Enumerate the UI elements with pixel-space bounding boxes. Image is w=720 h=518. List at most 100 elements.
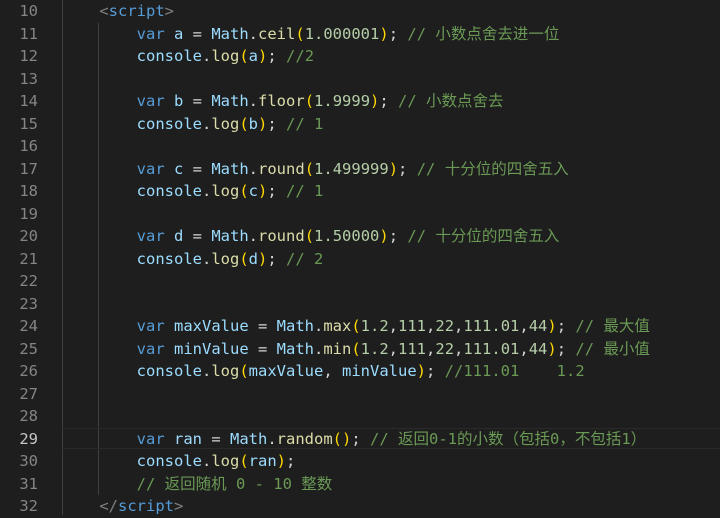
code-line[interactable]: 32 </script> (0, 495, 720, 518)
token-plain: ; (426, 362, 445, 380)
token-op: = (202, 429, 230, 448)
token-tag: script (118, 497, 174, 515)
line-number: 27 (19, 384, 38, 403)
code-line[interactable]: 23 (0, 293, 720, 316)
code-editor[interactable]: 10 <script> 11 var a = Math.ceil(1.000001… (0, 0, 720, 515)
code-text: console.log(maxValue, minValue); //111.0… (62, 360, 585, 383)
code-line[interactable]: 13 (0, 68, 720, 91)
line-number: 11 (19, 24, 38, 43)
line-number: 22 (19, 272, 38, 290)
token-fn: min (323, 339, 352, 358)
code-line[interactable]: 15 console.log(b); // 1 (0, 113, 720, 136)
code-line[interactable]: 11 var a = Math.ceil(1.000001); // 小数点舍去… (0, 23, 720, 46)
token-fn: round (258, 227, 305, 245)
token-p1: ( (304, 159, 315, 178)
token-p1: ( (239, 452, 249, 470)
line-number: 18 (19, 182, 38, 200)
code-line[interactable]: 30 console.log(ran); (0, 450, 720, 473)
code-line[interactable]: 21 console.log(d); // 2 (0, 248, 720, 271)
token-id: ran (248, 452, 277, 470)
line-number: 31 (19, 474, 38, 493)
token-p1: ) (276, 452, 287, 470)
token-fn: log (211, 249, 240, 268)
token-fn: ceil (258, 24, 296, 43)
token-op: = (248, 339, 277, 358)
token-cm: // 2 (286, 249, 324, 268)
token-fn: log (211, 452, 240, 470)
code-line[interactable]: 20 var d = Math.round(1.50000); // 十分位的四… (0, 225, 720, 248)
token-plain: , (519, 339, 529, 358)
token-op: = (183, 159, 212, 178)
line-number: 29 (19, 429, 38, 448)
code-line[interactable]: 18 console.log(c); // 1 (0, 180, 720, 203)
token-op: = (183, 24, 212, 43)
token-p1: ) (379, 24, 389, 43)
token-id: Math (211, 227, 249, 245)
token-p1: ( (239, 362, 249, 380)
code-line[interactable]: 12 console.log(a); //2 (0, 45, 720, 68)
token-kw: var (136, 429, 165, 448)
token-plain: ; (398, 159, 417, 178)
code-line[interactable]: 10 <script> (0, 0, 720, 23)
token-cm: // 最小值 (575, 339, 650, 358)
code-line[interactable]: 22 (0, 270, 720, 293)
token-fn: random (276, 429, 333, 448)
code-line-current[interactable]: 29 var ran = Math.random(); // 返回0-1的小数（… (0, 427, 720, 451)
token-id: console (136, 114, 202, 133)
code-text: console.log(c); // 1 (62, 180, 324, 203)
code-line[interactable]: 26 console.log(maxValue, minValue); //11… (0, 360, 720, 383)
token-id: minValue (342, 362, 417, 380)
token-p1: ) (370, 92, 380, 110)
code-line[interactable]: 24 var maxValue = Math.max(1.2,111,22,11… (0, 315, 720, 338)
token-cm: // 十分位的四舍五入 (416, 159, 569, 178)
line-number: 32 (19, 497, 38, 515)
code-line[interactable]: 27 (0, 383, 720, 406)
token-p1: ) (416, 362, 426, 380)
code-line[interactable]: 31 // 返回随机 0 - 10 整数 (0, 473, 720, 496)
code-text: var a = Math.ceil(1.000001); // 小数点舍去进一位 (62, 23, 560, 46)
line-number: 19 (19, 204, 38, 223)
line-number: 10 (19, 2, 38, 20)
token-plain: ; (351, 429, 371, 448)
token-plain: . (201, 249, 212, 268)
code-line[interactable]: 17 var c = Math.round(1.499999); // 十分位的… (0, 158, 720, 181)
token-plain: . (267, 429, 277, 448)
line-number: 16 (19, 137, 38, 155)
token-plain: ; (556, 339, 576, 358)
token-plain: , (454, 317, 464, 335)
token-plain: ; (379, 92, 399, 110)
code-text: console.log(a); //2 (62, 45, 314, 68)
token-id: Math (276, 339, 314, 358)
token-id: console (136, 182, 202, 200)
token-fn: log (211, 47, 240, 65)
token-punct: < (99, 2, 109, 20)
code-line[interactable]: 14 var b = Math.floor(1.9999); // 小数点舍去 (0, 90, 720, 113)
token-num: 111.01 (463, 317, 520, 335)
token-id: b (248, 114, 259, 133)
token-cm: // 返回随机 0 - 10 整数 (136, 474, 333, 493)
code-line[interactable]: 25 var minValue = Math.min(1.2,111,22,11… (0, 338, 720, 361)
token-id: a (248, 47, 259, 65)
code-line[interactable]: 16 (0, 135, 720, 158)
code-line[interactable]: 28 (0, 405, 720, 428)
token-plain: . (248, 227, 259, 245)
token-kw: var (136, 227, 165, 245)
token-num: 1.9999 (314, 92, 371, 110)
token-plain: . (248, 24, 259, 43)
code-line[interactable]: 19 (0, 203, 720, 226)
code-text: var minValue = Math.min(1.2,111,22,111.0… (62, 338, 650, 361)
token-id: Math (230, 429, 268, 448)
token-plain: , (519, 317, 529, 335)
token-punct: </ (99, 497, 118, 515)
token-p1: ( (351, 339, 361, 358)
token-p1: ) (258, 182, 268, 200)
